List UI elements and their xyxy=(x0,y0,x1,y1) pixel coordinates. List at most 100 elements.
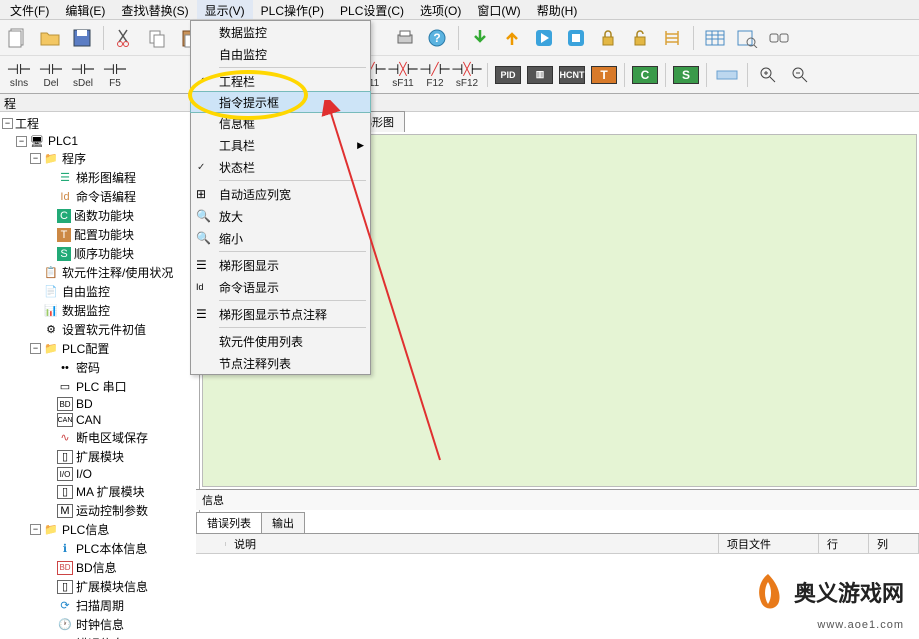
tree-plc-serial[interactable]: ▭PLC 串口 xyxy=(2,377,197,396)
collapse-icon[interactable]: − xyxy=(30,524,41,535)
tool-pid[interactable]: PID xyxy=(493,58,523,92)
save-icon[interactable] xyxy=(68,24,96,52)
col-description: 说明 xyxy=(226,534,719,554)
tree-bd-info[interactable]: BDBD信息 xyxy=(2,558,197,577)
tool-del[interactable]: ⊣⊢Del xyxy=(36,58,66,92)
tree-can[interactable]: CANCAN xyxy=(2,412,197,428)
menu-status-bar[interactable]: ✓状态栏 xyxy=(191,156,370,178)
help-icon[interactable]: ? xyxy=(423,24,451,52)
tree-password[interactable]: ••密码 xyxy=(2,358,197,377)
open-icon[interactable] xyxy=(36,24,64,52)
tool-pulse[interactable]: ▥ xyxy=(525,58,555,92)
tree-scan-cycle[interactable]: ⟳扫描周期 xyxy=(2,596,197,615)
tree-plc-body-info[interactable]: ℹPLC本体信息 xyxy=(2,539,197,558)
tree-plc1[interactable]: −🖥PLC1 xyxy=(2,133,197,149)
tool-sins[interactable]: ⊣⊢sIns xyxy=(4,58,34,92)
collapse-icon[interactable]: − xyxy=(16,136,27,147)
tool-select[interactable] xyxy=(712,58,742,92)
new-icon[interactable] xyxy=(4,24,32,52)
tool-zoom-in[interactable] xyxy=(753,58,783,92)
tree-io[interactable]: I/OI/O xyxy=(2,466,197,482)
menu-find-replace[interactable]: 查找\替换(S) xyxy=(113,0,196,19)
download-icon[interactable] xyxy=(466,24,494,52)
check-icon: ✓ xyxy=(197,162,205,173)
tree-root-project[interactable]: −工程 xyxy=(2,114,197,133)
ladder-icon[interactable] xyxy=(658,24,686,52)
tree-program[interactable]: −📁程序 xyxy=(2,149,197,168)
menu-cmd-view[interactable]: Id命令语显示 xyxy=(191,276,370,298)
collapse-icon[interactable]: − xyxy=(30,343,41,354)
menu-info-box[interactable]: 信息框 xyxy=(191,112,370,134)
unlock-icon[interactable] xyxy=(626,24,654,52)
menu-help[interactable]: 帮助(H) xyxy=(529,0,586,19)
tool-zoom-out[interactable] xyxy=(785,58,815,92)
tree-ma-ext[interactable]: ▯MA 扩展模块 xyxy=(2,482,197,501)
tool-t[interactable]: T xyxy=(589,58,619,92)
tree-ladder-prog[interactable]: ☰梯形图编程 xyxy=(2,168,197,187)
menu-free-monitor[interactable]: 自由监控 xyxy=(191,43,370,65)
tool-sf12[interactable]: ⊣╳⊢sF12 xyxy=(452,58,482,92)
tree-cmd-prog[interactable]: Id命令语编程 xyxy=(2,187,197,206)
tree-plc-config[interactable]: −📁PLC配置 xyxy=(2,339,197,358)
folder-icon: 📁 xyxy=(43,342,59,356)
tool-s[interactable]: S xyxy=(671,58,701,92)
check-icon: ✓ xyxy=(197,76,205,87)
menu-edit[interactable]: 编辑(E) xyxy=(57,0,113,19)
menu-file[interactable]: 文件(F) xyxy=(2,0,57,19)
menu-instruction-hint[interactable]: 指令提示框 xyxy=(190,91,371,113)
collapse-icon[interactable]: − xyxy=(30,153,41,164)
copy-icon[interactable] xyxy=(143,24,171,52)
tool-f12[interactable]: ⊣╱⊢F12 xyxy=(420,58,450,92)
tree-error-info[interactable]: ✖错误信息 xyxy=(2,634,197,639)
menu-options[interactable]: 选项(O) xyxy=(412,0,469,19)
cut-icon[interactable] xyxy=(111,24,139,52)
menu-plc-operate[interactable]: PLC操作(P) xyxy=(253,0,332,19)
menu-device-list[interactable]: 软元件使用列表 xyxy=(191,330,370,352)
tree-free-monitor[interactable]: 📄自由监控 xyxy=(2,282,197,301)
tool-hcnt[interactable]: HCNT xyxy=(557,58,587,92)
tool-sdel[interactable]: ⊣⊢sDel xyxy=(68,58,98,92)
menu-auto-fit[interactable]: ⊞自动适应列宽 xyxy=(191,183,370,205)
lock-icon[interactable] xyxy=(594,24,622,52)
menu-data-monitor[interactable]: 数据监控 xyxy=(191,21,370,43)
wave-icon: ∿ xyxy=(57,431,73,445)
menu-project-bar[interactable]: ✓工程栏 xyxy=(191,70,370,92)
menu-zoom-in[interactable]: 🔍放大 xyxy=(191,205,370,227)
tree-init-values[interactable]: ⚙设置软元件初值 xyxy=(2,320,197,339)
stop-icon[interactable] xyxy=(562,24,590,52)
menu-plc-settings[interactable]: PLC设置(C) xyxy=(332,0,412,19)
fit-icon: ⊞ xyxy=(196,187,206,201)
tool-c[interactable]: C xyxy=(630,58,660,92)
tree-motion[interactable]: M运动控制参数 xyxy=(2,501,197,520)
menu-node-comment-list[interactable]: 节点注释列表 xyxy=(191,352,370,374)
print-icon[interactable] xyxy=(391,24,419,52)
tree-bd[interactable]: BDBD xyxy=(2,396,197,412)
tree-seq-block[interactable]: S顺序功能块 xyxy=(2,244,197,263)
tab-error-list[interactable]: 错误列表 xyxy=(196,512,262,533)
upload-icon[interactable] xyxy=(498,24,526,52)
tree-comment[interactable]: 📋软元件注释/使用状况 xyxy=(2,263,197,282)
menu-ladder-view[interactable]: ☰梯形图显示 xyxy=(191,254,370,276)
tab-output[interactable]: 输出 xyxy=(261,512,305,533)
run-icon[interactable] xyxy=(530,24,558,52)
zoom-icon[interactable] xyxy=(733,24,761,52)
connect-icon[interactable] xyxy=(765,24,793,52)
tree-clock-info[interactable]: 🕐时钟信息 xyxy=(2,615,197,634)
tool-f5[interactable]: ⊣⊢F5 xyxy=(100,58,130,92)
tree-power-save[interactable]: ∿断电区域保存 xyxy=(2,428,197,447)
tree-ext-module[interactable]: ▯扩展模块 xyxy=(2,447,197,466)
tree-data-monitor[interactable]: 📊数据监控 xyxy=(2,301,197,320)
tree-ext-info[interactable]: ▯扩展模块信息 xyxy=(2,577,197,596)
menu-toolbar[interactable]: 工具栏▶ xyxy=(191,134,370,156)
menu-zoom-out[interactable]: 🔍缩小 xyxy=(191,227,370,249)
grid-view-icon[interactable] xyxy=(701,24,729,52)
tool-sf11[interactable]: ⊣╳⊢sF11 xyxy=(388,58,418,92)
info-tabs: 错误列表 输出 xyxy=(196,510,919,534)
tree-config-block[interactable]: T配置功能块 xyxy=(2,225,197,244)
menu-ladder-comment[interactable]: ☰梯形图显示节点注释 xyxy=(191,303,370,325)
menu-view[interactable]: 显示(V) xyxy=(197,0,253,19)
tree-func-block[interactable]: C函数功能块 xyxy=(2,206,197,225)
menu-window[interactable]: 窗口(W) xyxy=(469,0,528,19)
tree-plc-info[interactable]: −📁PLC信息 xyxy=(2,520,197,539)
collapse-icon[interactable]: − xyxy=(2,118,13,129)
